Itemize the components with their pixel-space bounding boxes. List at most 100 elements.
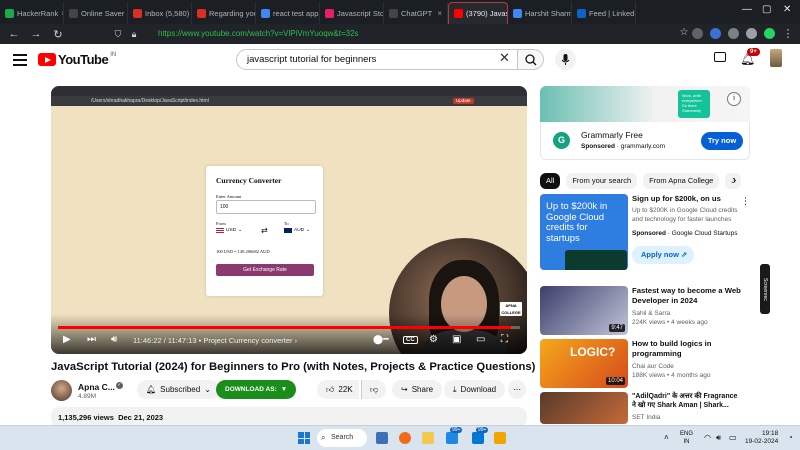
- theater-mode-icon[interactable]: ▭: [476, 334, 485, 345]
- description-box[interactable]: 1,135,296 views Dec 21, 2023: [51, 407, 527, 427]
- play-icon[interactable]: ▶: [63, 334, 71, 345]
- create-video-icon[interactable]: [714, 52, 726, 62]
- maximize-icon[interactable]: ▢: [762, 4, 771, 15]
- voice-search-button[interactable]: [555, 49, 576, 70]
- download-button[interactable]: ⤓ Download: [444, 380, 506, 399]
- browser-tab[interactable]: HackerRank×: [0, 2, 64, 24]
- subscribed-button[interactable]: 🔔︎ Subscribed ⌄: [137, 380, 220, 399]
- channel-name[interactable]: Apna C...: [78, 382, 115, 392]
- rec-channel[interactable]: Chai aur Code: [632, 363, 674, 370]
- mail-icon[interactable]: 99+: [446, 427, 463, 444]
- youtube-logo[interactable]: YouTube IN: [38, 52, 116, 67]
- back-icon[interactable]: ←: [6, 28, 22, 40]
- fullscreen-icon[interactable]: ⛶: [501, 334, 508, 345]
- wifi-icon[interactable]: ◠: [704, 433, 711, 442]
- url-input[interactable]: https://www.youtube.com/watch?v=VlPiVmYu…: [158, 27, 678, 41]
- search-input[interactable]: javascript tutorial for beginners: [236, 49, 518, 70]
- reload-icon[interactable]: ↻: [50, 28, 66, 41]
- try-now-button[interactable]: Try now: [701, 132, 743, 150]
- ad-menu-icon[interactable]: ⋮: [741, 196, 750, 207]
- search-button[interactable]: [518, 49, 544, 70]
- clear-search-icon[interactable]: ✕: [499, 50, 510, 66]
- menu-icon[interactable]: ⋮: [780, 27, 796, 40]
- speaker-icon[interactable]: 🔊︎: [716, 433, 721, 443]
- minimize-icon[interactable]: —: [742, 4, 752, 15]
- dislike-button[interactable]: 👎︎: [361, 380, 387, 399]
- browser-tab[interactable]: Regarding you×: [192, 2, 256, 24]
- share-button[interactable]: ↪ Share: [392, 380, 443, 399]
- bookmark-icon[interactable]: ☆: [676, 27, 692, 38]
- outlook-icon[interactable]: 99+: [472, 427, 489, 444]
- rec-channel[interactable]: Sahil & Sarra: [632, 310, 670, 317]
- extension-icon[interactable]: [692, 28, 703, 39]
- autoplay-toggle[interactable]: ⬤━: [373, 334, 389, 345]
- filter-chip[interactable]: From your search: [566, 173, 638, 189]
- clock[interactable]: 19:18 19-02-2024: [745, 430, 778, 446]
- rec-channel[interactable]: SET India: [632, 414, 660, 421]
- windows-taskbar: ⌕ Search 99+ 99+ ˄ ENG IN ◠ 🔊︎ ▭ 19:18 1…: [0, 425, 800, 450]
- close-window-icon[interactable]: ✕: [783, 4, 791, 15]
- recommended-video[interactable]: "AdilQadri" के अत्तर की Fragrance ने खो …: [540, 392, 760, 424]
- browser-tab[interactable]: Harshit Sharma×: [508, 2, 572, 24]
- task-view-icon[interactable]: [376, 432, 388, 444]
- notification-center-icon[interactable]: ◔: [788, 433, 793, 442]
- whatsapp-icon[interactable]: [764, 28, 775, 39]
- chevron-up-icon[interactable]: ˄: [664, 433, 669, 442]
- hamburger-menu-icon[interactable]: [13, 54, 27, 66]
- video-player[interactable]: /Users/shradhakhapra/Desktop/JavaScript/…: [51, 86, 527, 354]
- upload-date: Dec 21, 2023: [118, 413, 164, 422]
- like-button[interactable]: 👍︎ 22K: [317, 380, 359, 399]
- app-icon[interactable]: [494, 432, 506, 444]
- next-icon[interactable]: ⏭: [87, 334, 96, 345]
- volume-icon[interactable]: 🔊︎: [111, 334, 117, 345]
- browser-tab[interactable]: Feed | LinkedIn×: [572, 2, 636, 24]
- download-as-button[interactable]: DOWNLOAD AS: ▼: [216, 380, 297, 399]
- forward-icon[interactable]: →: [28, 28, 44, 40]
- shield-icon[interactable]: ⛉: [110, 29, 126, 40]
- apply-now-button[interactable]: Apply now ⇗: [632, 246, 694, 264]
- browser-tab[interactable]: Inbox (5,580)×: [128, 2, 192, 24]
- ad-banner-image[interactable]: Work, write everywhere. Go there Grammar…: [540, 86, 750, 122]
- channel-avatar[interactable]: [51, 380, 72, 401]
- settings-gear-icon[interactable]: ⚙: [429, 334, 438, 345]
- filter-chip[interactable]: All: [540, 173, 561, 189]
- tab-favicon-icon: [5, 8, 14, 18]
- ad-info-icon[interactable]: i: [727, 92, 741, 106]
- progress-bar[interactable]: [58, 326, 520, 329]
- tab-close-icon[interactable]: ×: [437, 9, 442, 18]
- battery-icon[interactable]: ▭: [729, 433, 737, 442]
- taskbar-search[interactable]: ⌕ Search: [317, 429, 367, 447]
- file-explorer-icon[interactable]: [422, 432, 434, 444]
- extension-icon[interactable]: [728, 28, 739, 39]
- extension-icon[interactable]: [746, 28, 757, 39]
- user-avatar[interactable]: [770, 49, 782, 67]
- grammarly-banner-logo: Work, write everywhere. Go there Grammar…: [678, 90, 710, 118]
- lock-icon[interactable]: 🔒︎: [126, 29, 142, 40]
- browser-tab[interactable]: Online Saver×: [64, 2, 128, 24]
- ad-card[interactable]: G Grammarly Free Sponsored · grammarly.c…: [540, 122, 750, 160]
- screen-recorder-widget[interactable]: Screenrec: [760, 264, 770, 314]
- recommended-video[interactable]: LOGIC? 10:04 How to build logics in prog…: [540, 339, 760, 389]
- browser-tab[interactable]: react test app×: [256, 2, 320, 24]
- firefox-icon[interactable]: [399, 432, 411, 444]
- extension-icon[interactable]: [710, 28, 721, 39]
- chapter-title[interactable]: • Project Currency converter: [199, 336, 293, 345]
- recommended-video[interactable]: 9:47 Fastest way to become a Web Develop…: [540, 286, 760, 336]
- miniplayer-icon[interactable]: ▣: [452, 334, 461, 345]
- browser-tab[interactable]: ChatGPT ×: [384, 2, 448, 24]
- chevron-right-icon[interactable]: ›: [733, 175, 736, 186]
- tab-label: Online Saver: [81, 8, 125, 18]
- filter-chip[interactable]: From Apna College: [643, 173, 720, 189]
- browser-tab[interactable]: Javascript Sto×: [320, 2, 384, 24]
- ad-title[interactable]: Grammarly Free: [581, 130, 643, 140]
- recorded-address-bar: /Users/shradhakhapra/Desktop/JavaScript/…: [51, 96, 527, 106]
- subtitles-button[interactable]: CC: [403, 336, 418, 344]
- windows-start-icon[interactable]: [298, 432, 310, 444]
- tab-favicon-icon: [513, 8, 522, 18]
- sponsored-recommendation[interactable]: Up to $200k in Google Cloud credits for …: [540, 194, 760, 272]
- recorded-update-badge: Update: [453, 98, 474, 104]
- language-indicator[interactable]: ENG IN: [680, 430, 693, 446]
- tab-label: Feed | LinkedIn: [589, 8, 636, 18]
- more-actions-button[interactable]: ⋯: [508, 380, 526, 399]
- browser-tab[interactable]: (3790) Javas×: [448, 2, 508, 24]
